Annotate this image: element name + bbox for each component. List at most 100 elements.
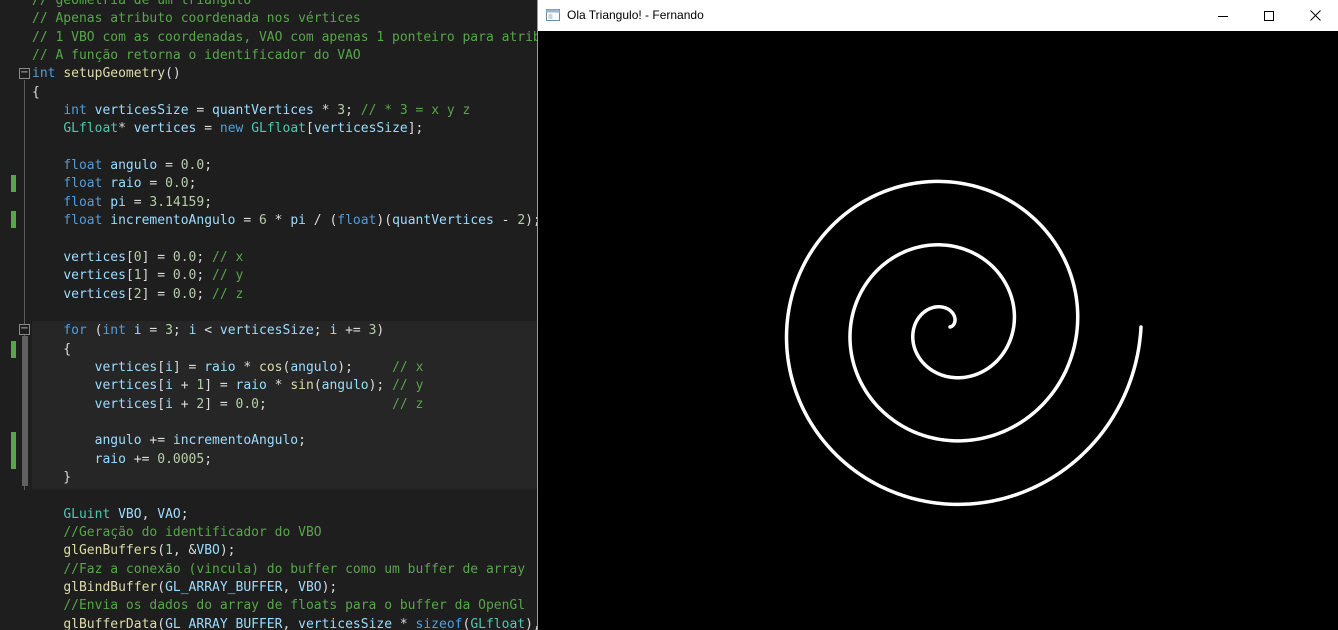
code-line[interactable]: int verticesSize = quantVertices * 3; //…	[32, 102, 537, 120]
code-line[interactable]: float angulo = 0.0;	[32, 157, 537, 175]
code-token-text: ;	[345, 103, 361, 119]
code-line[interactable]: vertices[2] = 0.0; // z	[32, 286, 537, 304]
code-line[interactable]: GLfloat* vertices = new GLfloat[vertices…	[32, 120, 537, 138]
code-token-number: 3.14159	[149, 194, 205, 210]
code-token-text: / (	[305, 213, 338, 229]
code-token-variable: vertices	[63, 268, 126, 284]
code-line[interactable]: {	[32, 341, 537, 359]
code-token-text: ] =	[172, 359, 205, 375]
code-line[interactable]: float pi = 3.14159;	[32, 194, 537, 212]
code-line[interactable]: vertices[i + 2] = 0.0; // z	[32, 396, 537, 414]
collapse-function-icon[interactable]: −	[19, 68, 30, 79]
code-token-keyword: new	[219, 121, 244, 137]
code-lines[interactable]: // geometria de um triângulo // Apenas at…	[32, 0, 537, 630]
code-token-keyword: sizeof	[415, 616, 463, 630]
code-token-text: [	[125, 249, 134, 265]
code-token-variable: VBO	[118, 506, 142, 522]
code-line[interactable]: vertices[1] = 0.0; // y	[32, 267, 537, 285]
code-token-text: =	[235, 213, 259, 229]
code-line[interactable]: glBindBuffer(GL_ARRAY_BUFFER, VBO);	[32, 579, 537, 597]
code-token-text: =	[125, 194, 150, 210]
code-token-text: ] =	[141, 286, 173, 302]
code-token-number: 3	[337, 103, 346, 119]
code-token-text: ,	[282, 616, 299, 630]
code-line[interactable]: {	[32, 84, 537, 102]
code-token-variable: VBO	[298, 580, 322, 595]
code-line[interactable]: glGenBuffers(1, &VBO);	[32, 542, 537, 560]
code-line[interactable]	[32, 487, 537, 505]
code-line[interactable]: float incrementoAngulo = 6 * pi / (float…	[32, 212, 537, 230]
code-line[interactable]: //Geração do identificador do VBO	[32, 524, 537, 542]
code-token-variable: angulo	[290, 359, 338, 375]
code-token-text: ;	[196, 249, 213, 265]
code-token-function: sin	[290, 378, 314, 394]
code-line[interactable]: vertices[0] = 0.0; // x	[32, 249, 537, 267]
code-line[interactable]: // 1 VBO com as coordenadas, VAO com ape…	[32, 29, 537, 47]
code-line[interactable]: raio += 0.0005;	[32, 451, 537, 469]
for-loop-scope-bar[interactable]	[22, 336, 28, 486]
opengl-window[interactable]: Ola Triangulo! - Fernando	[537, 0, 1338, 630]
code-line[interactable]	[32, 230, 537, 248]
code-token-variable: verticesSize	[94, 103, 189, 119]
code-line[interactable]	[32, 304, 537, 322]
code-token-comment: // Apenas atributo coordenada nos vértic…	[32, 11, 361, 27]
code-token-number: 0	[133, 249, 142, 265]
code-line[interactable]: glBufferData(GL_ARRAY_BUFFER, verticesSi…	[32, 616, 537, 630]
code-token-text: (	[157, 543, 166, 559]
title-bar[interactable]: Ola Triangulo! - Fernando	[538, 0, 1338, 31]
code-token-type: GLfloat	[251, 121, 306, 137]
code-line[interactable]: for (int i = 3; i < verticesSize; i += 3…	[32, 322, 537, 340]
code-editor[interactable]: − − // geometria de um triângulo // Apena…	[0, 0, 537, 630]
code-line[interactable]: // Apenas atributo coordenada nos vértic…	[32, 10, 537, 28]
code-line[interactable]	[32, 414, 537, 432]
code-token-variable: vertices	[94, 378, 158, 394]
code-token-variable: angulo	[321, 378, 369, 394]
code-line[interactable]: }	[32, 469, 537, 487]
close-icon	[1309, 10, 1321, 21]
code-token-keyword: float	[63, 158, 103, 174]
code-token-comment: // * 3 = x y z	[360, 103, 471, 119]
code-token-text: *	[266, 378, 291, 394]
minimize-button[interactable]	[1200, 0, 1246, 31]
code-line[interactable]: vertices[i] = raio * cos(angulo); // x	[32, 359, 537, 377]
code-token-text: );	[337, 359, 393, 375]
code-line[interactable]	[32, 139, 537, 157]
code-line[interactable]: angulo += incrementoAngulo;	[32, 432, 537, 450]
code-line[interactable]: // A função retorna o identificador do V…	[32, 47, 537, 65]
code-token-variable: VBO	[196, 543, 220, 559]
code-token-text: )	[376, 323, 385, 339]
code-token-text: {	[32, 84, 40, 100]
minimize-icon	[1218, 15, 1228, 17]
code-token-text: ] =	[141, 249, 173, 265]
code-token-text: [	[157, 378, 166, 394]
code-line[interactable]: vertices[i + 1] = raio * sin(angulo); //…	[32, 377, 537, 395]
code-line[interactable]: //Faz a conexão (vincula) do buffer como…	[32, 561, 537, 579]
code-token-variable: verticesSize	[298, 616, 393, 630]
code-line[interactable]: GLuint VBO, VAO;	[32, 506, 537, 524]
code-token-text: *	[392, 616, 416, 630]
maximize-button[interactable]	[1246, 0, 1292, 31]
collapse-for-loop-icon[interactable]: −	[19, 324, 30, 335]
code-line[interactable]: // geometria de um triângulo	[32, 0, 537, 10]
code-token-number: 0.0	[165, 176, 189, 192]
code-token-keyword: int	[63, 103, 87, 119]
code-line[interactable]: int setupGeometry()	[32, 65, 537, 83]
code-token-text: ] =	[141, 268, 173, 284]
code-token-text: ;	[188, 176, 197, 192]
code-token-text: =	[157, 158, 181, 174]
code-line[interactable]: float raio = 0.0;	[32, 175, 537, 193]
code-token-text: =	[141, 323, 166, 339]
code-line[interactable]: //Envia os dados do array de floats para…	[32, 597, 537, 615]
render-canvas	[538, 31, 1338, 630]
code-token-text: ] =	[204, 378, 236, 394]
code-token-text: )(	[376, 213, 393, 229]
code-token-text: ];	[407, 121, 424, 137]
close-button[interactable]	[1292, 0, 1338, 31]
code-token-comment: //Geração do identificador do VBO	[63, 524, 322, 540]
